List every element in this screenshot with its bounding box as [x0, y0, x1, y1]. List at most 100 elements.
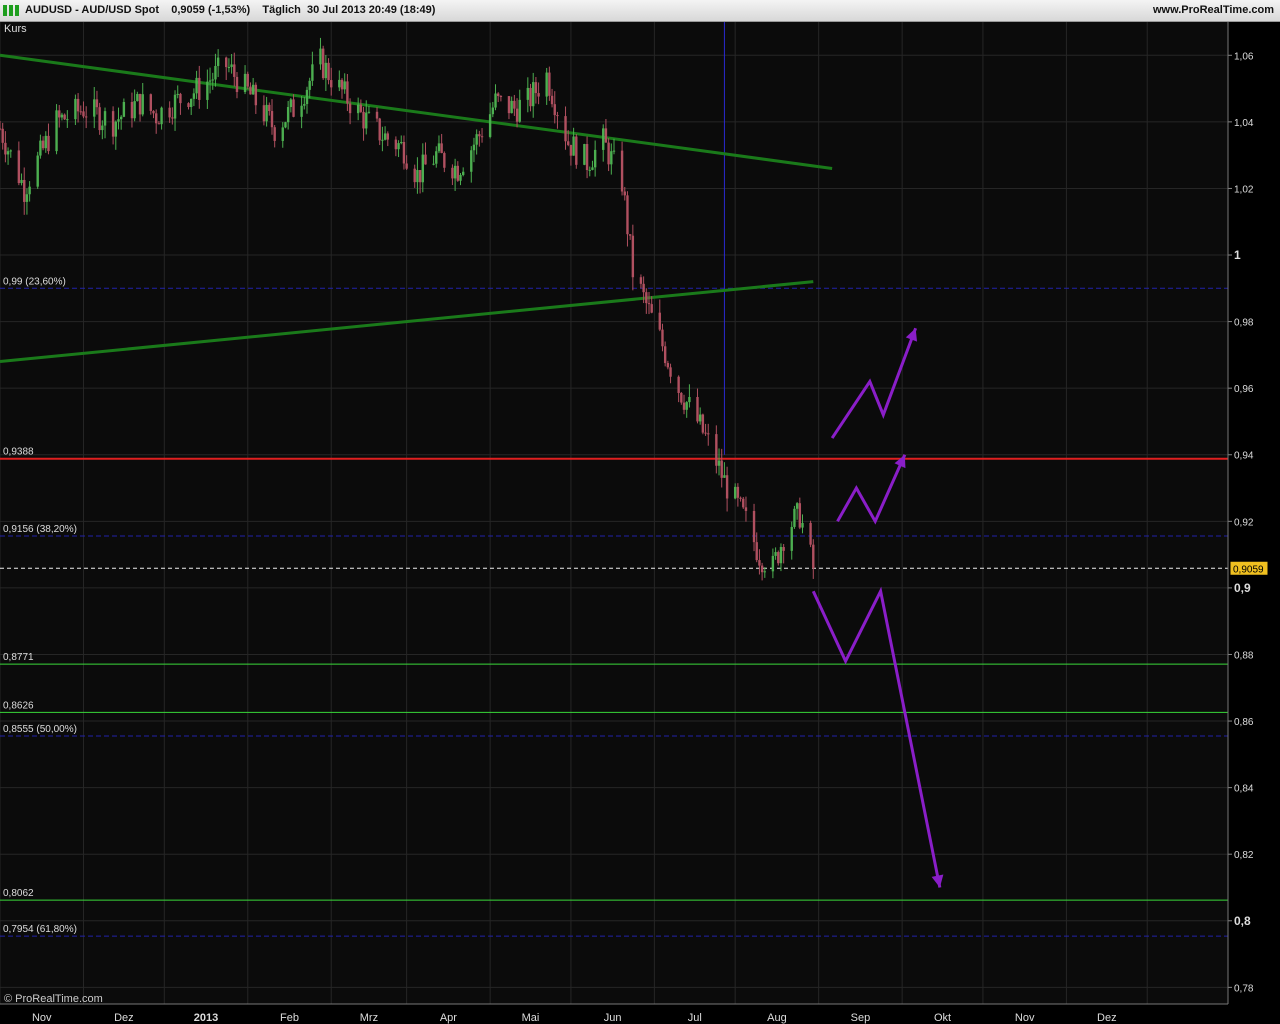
candle-body — [593, 149, 597, 168]
candle-body — [321, 48, 325, 79]
candle-body — [435, 151, 438, 164]
candle-body — [154, 113, 158, 124]
candle-body — [556, 115, 559, 117]
candle-body — [537, 93, 540, 97]
candle-body — [478, 134, 481, 137]
candle-body — [758, 560, 761, 566]
candle-body — [701, 414, 705, 433]
candle-body — [25, 194, 29, 202]
candle-body — [491, 107, 495, 115]
candle-body — [515, 108, 519, 122]
price-chart[interactable]: 0,9388 0,8771 0,8626 0,8062 0,99 (23,60%) 0,9… — [0, 22, 1280, 1024]
candle-body — [198, 77, 201, 100]
y-tick-label: 1,02 — [1234, 184, 1254, 195]
candle-body — [171, 117, 174, 119]
candle-body — [28, 186, 31, 195]
candle-body — [661, 329, 664, 347]
candle-body — [214, 65, 217, 80]
candle-body — [251, 84, 255, 95]
candle-body — [567, 141, 570, 145]
candle-body — [704, 432, 707, 434]
candle-body — [311, 64, 314, 81]
y-tick-label: 0,8 — [1234, 914, 1251, 928]
candle-body — [760, 565, 764, 573]
x-tick-label: Mrz — [360, 1012, 378, 1024]
candle-body — [626, 195, 629, 235]
candle-body — [378, 118, 381, 141]
window-control-icon[interactable] — [15, 5, 19, 16]
price-badge-label: 0,9059 — [1233, 564, 1264, 575]
candle-body — [602, 128, 605, 150]
candle-body — [394, 139, 398, 150]
candle-body — [208, 80, 212, 82]
candle-body — [39, 140, 42, 156]
candle-body — [688, 396, 691, 403]
candle-body — [470, 150, 473, 172]
candle-body — [243, 73, 247, 93]
y-tick-label: 0,9 — [1234, 581, 1251, 595]
candle-body — [723, 475, 726, 478]
plot-area[interactable] — [0, 22, 1228, 1004]
candle-body — [348, 103, 352, 114]
x-tick-label: Dez — [114, 1012, 134, 1024]
current-price-badge: 0,9059 — [1229, 560, 1269, 576]
candle-body — [1, 128, 4, 143]
candle-body — [262, 105, 266, 122]
candle-body — [440, 143, 443, 154]
y-tick-label: 0,98 — [1234, 318, 1254, 329]
candle-body — [725, 475, 729, 499]
candle-body — [585, 144, 589, 170]
candle-body — [365, 112, 368, 129]
candle-body — [421, 154, 424, 183]
candle-body — [809, 522, 812, 545]
candle-body — [564, 116, 567, 142]
x-tick-label: Jun — [604, 1012, 622, 1024]
candle-body — [631, 235, 635, 278]
candle-body — [93, 99, 96, 117]
window-control-icon[interactable] — [3, 5, 7, 16]
candle-body — [418, 170, 422, 183]
candle-body — [488, 114, 492, 137]
y-tick-label: 1 — [1234, 248, 1241, 262]
candle-body — [149, 94, 153, 111]
candle-body — [270, 111, 274, 128]
x-tick-label: Mai — [522, 1012, 540, 1024]
x-tick-label: Apr — [440, 1012, 457, 1024]
candle-body — [289, 99, 293, 108]
candle-body — [432, 163, 435, 165]
candle-body — [604, 128, 608, 143]
candle-body — [720, 460, 723, 478]
candle-body — [782, 547, 785, 551]
candle-body — [74, 98, 77, 120]
candle-body — [157, 123, 161, 125]
candle-body — [680, 392, 683, 403]
candle-body — [265, 104, 268, 122]
candle-body — [362, 111, 365, 129]
candle-body — [790, 526, 793, 551]
candle-body — [4, 142, 7, 155]
candle-body — [801, 522, 804, 528]
candle-body — [405, 163, 408, 169]
y-tick-label: 1,04 — [1234, 118, 1254, 129]
candle-body — [101, 125, 104, 131]
x-tick-label: 2013 — [194, 1012, 218, 1024]
window-control-icon[interactable] — [9, 5, 13, 16]
candle-body — [55, 110, 58, 152]
candle-body — [666, 363, 670, 368]
candle-body — [6, 151, 10, 155]
candle-body — [381, 139, 384, 141]
candle-body — [9, 150, 12, 152]
candle-body — [575, 136, 578, 165]
watermark: © ProRealTime.com — [4, 993, 103, 1005]
x-tick-label: Nov — [1015, 1012, 1035, 1024]
candle-body — [736, 486, 740, 498]
candle-body — [122, 102, 126, 117]
brand-link[interactable]: www.ProRealTime.com — [1153, 4, 1274, 16]
y-tick-label: 1,06 — [1234, 51, 1254, 62]
y-tick-label: 0,82 — [1234, 850, 1254, 861]
candle-body — [114, 121, 117, 137]
candle-body — [386, 133, 389, 140]
candle-body — [424, 154, 427, 165]
candle-body — [82, 111, 85, 117]
candle-body — [742, 498, 745, 508]
